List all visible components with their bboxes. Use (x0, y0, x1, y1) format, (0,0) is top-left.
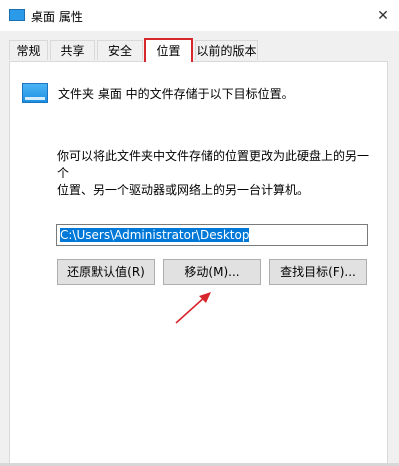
tab-location[interactable]: 位置 (144, 38, 193, 62)
arrow-icon (175, 292, 211, 324)
